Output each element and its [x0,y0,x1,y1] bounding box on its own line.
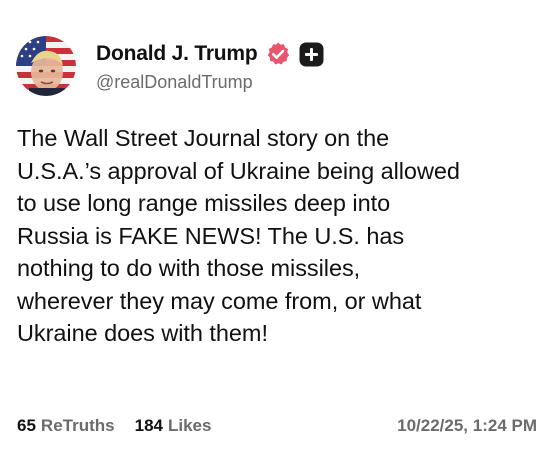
post-text-line: nothing to do with those missiles, [17,255,361,281]
avatar-image [16,36,76,96]
likes-stat[interactable]: 184 Likes [135,416,212,436]
post-timestamp[interactable]: 10/22/25, 1:24 PM [397,416,537,436]
plus-icon [299,42,324,66]
name-row: Donald J. Trump [96,39,324,69]
truth-post: Donald J. Trump @realDonaldTrump The Wal… [0,0,554,449]
retruths-count: 65 [17,416,36,435]
likes-label: Likes [167,416,212,435]
retruths-label: ReTruths [40,416,115,435]
post-text-line: Russia is FAKE NEWS! The U.S. has [17,222,405,249]
post-text-line: U.S.A.’s approval of Ukraine being allow… [17,157,460,184]
post-body: The Wall Street Journal story on the U.S… [17,122,537,350]
post-header: Donald J. Trump @realDonaldTrump [16,34,324,98]
post-text-line: The Wall Street Journal story on the [17,125,390,151]
post-footer: 65 ReTruths 184 Likes 10/22/25, 1:24 PM [17,416,537,436]
author-identity: Donald J. Trump @realDonaldTrump [96,39,324,93]
user-handle[interactable]: @realDonaldTrump [96,72,324,93]
post-text-line: wherever they may come from, or what [17,287,422,314]
retruths-stat[interactable]: 65 ReTruths [17,416,115,436]
display-name[interactable]: Donald J. Trump [96,42,258,66]
follow-plus-button[interactable] [299,42,324,67]
post-text-line: Ukraine does with them! [17,320,268,346]
post-text-line: to use long range missiles deep into [17,190,391,216]
likes-count: 184 [134,416,163,435]
avatar[interactable] [16,36,76,96]
verified-badge-icon [265,41,291,67]
